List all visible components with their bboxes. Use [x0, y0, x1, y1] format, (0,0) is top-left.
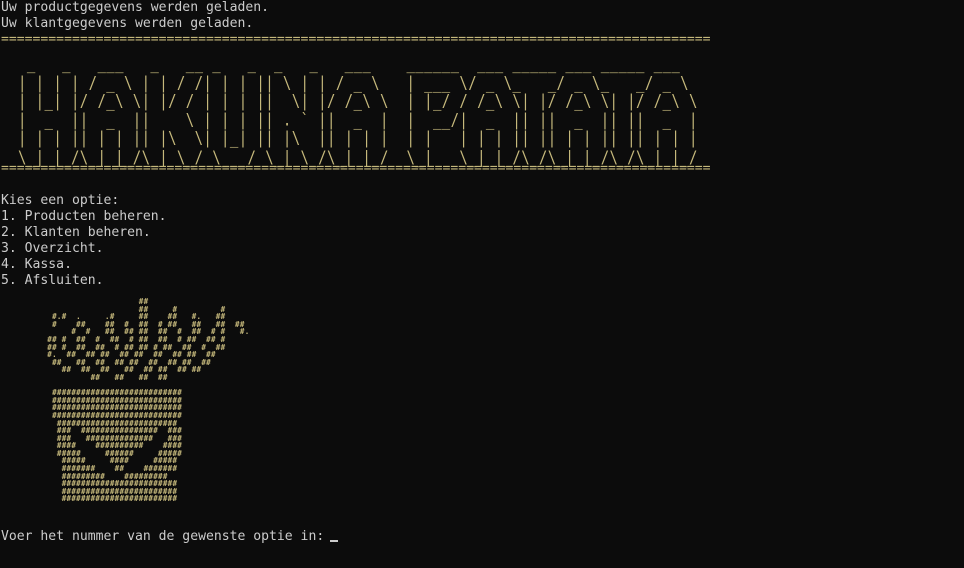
text-cursor [330, 540, 338, 542]
fries-ascii-art: ## ## # # #.# . .# ## ## #. ## # ## ## #… [47, 297, 250, 504]
separator-top: ========================================… [1, 32, 711, 47]
console-window: Uw productgegevens werden geladen. Uw kl… [0, 0, 964, 568]
input-prompt[interactable]: Voer het nummer van de gewenste optie in… [1, 529, 324, 545]
status-line-products-loaded: Uw productgegevens werden geladen. [1, 0, 270, 15]
menu-option-customers: 2. Klanten beheren. [1, 225, 151, 240]
hakuna-patata-banner-art: _ _ ___ _ __ _ _ _ _ ___ ______ ___ ____… [18, 54, 698, 168]
separator-bottom: ========================================… [1, 161, 711, 176]
status-line-customers-loaded: Uw klantgegevens werden geladen. [1, 16, 254, 31]
menu-option-overview: 3. Overzicht. [1, 241, 104, 256]
menu-option-checkout: 4. Kassa. [1, 257, 72, 272]
menu-prompt: Kies een optie: [1, 193, 120, 208]
menu-option-exit: 5. Afsluiten. [1, 273, 104, 288]
menu-option-products: 1. Producten beheren. [1, 209, 167, 224]
